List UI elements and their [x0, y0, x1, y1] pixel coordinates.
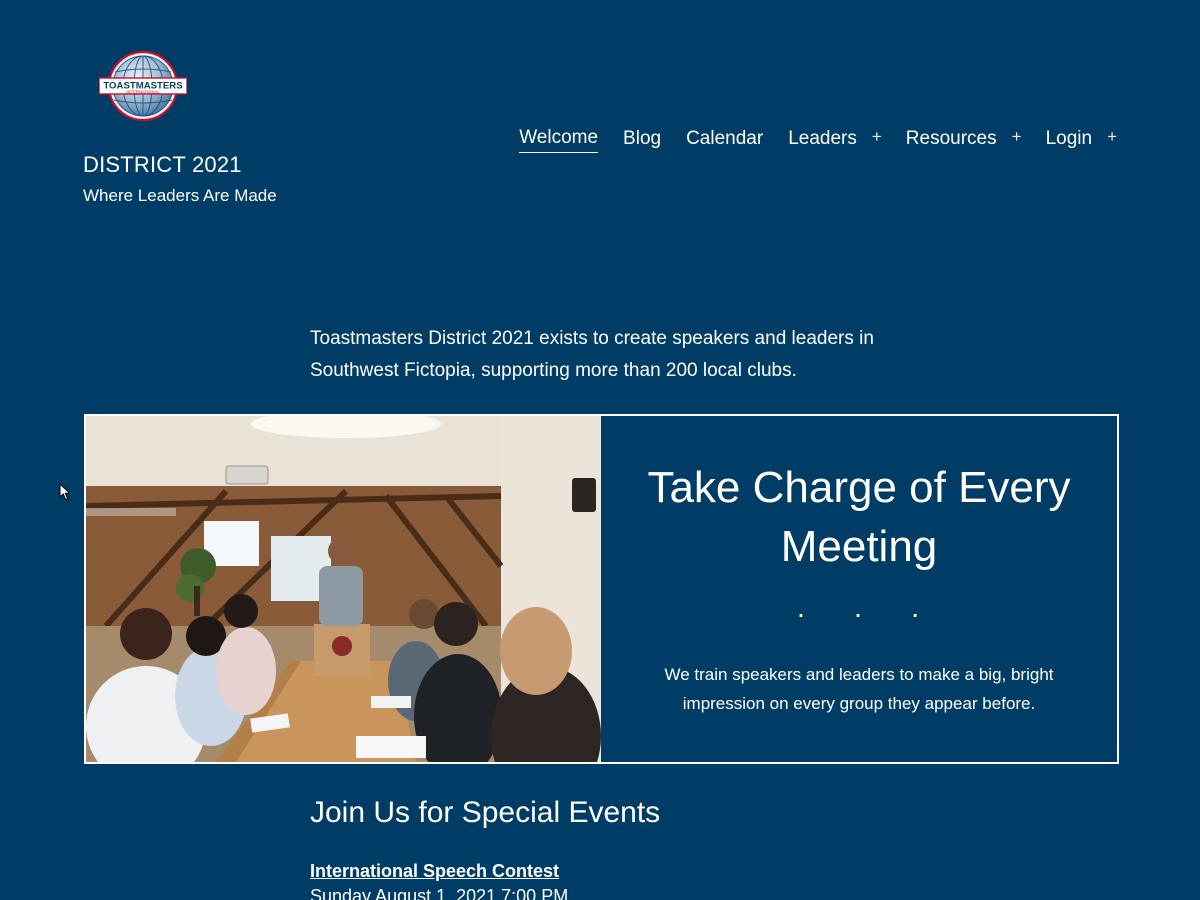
- event-title-link[interactable]: International Speech Contest: [310, 859, 559, 883]
- intro-paragraph: Toastmasters District 2021 exists to cre…: [310, 328, 874, 381]
- nav-link-resources[interactable]: Resources: [906, 126, 997, 152]
- nav-item-welcome: Welcome: [519, 125, 599, 153]
- site-title[interactable]: DISTRICT 2021: [83, 151, 242, 179]
- events-heading: Join Us for Special Events: [310, 796, 661, 829]
- site-tagline: Where Leaders Are Made: [83, 186, 277, 205]
- primary-navigation: Welcome Blog Calendar Leaders + Resource…: [519, 125, 1117, 153]
- page: TOASTMASTERS INTERNATIONAL DISTRICT 2021…: [0, 0, 1200, 900]
- nav-item-blog: Blog: [623, 126, 661, 152]
- meeting-photo-illustration: [86, 416, 601, 762]
- feature-heading: Take Charge of Every Meeting: [647, 463, 1071, 571]
- nav-link-leaders[interactable]: Leaders: [788, 126, 857, 152]
- resources-submenu-plus-icon[interactable]: +: [1012, 128, 1022, 146]
- nav-link-blog[interactable]: Blog: [623, 126, 661, 152]
- globe-logo-icon: TOASTMASTERS INTERNATIONAL: [99, 50, 187, 122]
- nav-link-calendar[interactable]: Calendar: [686, 126, 763, 152]
- nav-item-leaders: Leaders +: [788, 126, 882, 152]
- login-submenu-plus-icon[interactable]: +: [1107, 128, 1117, 146]
- nav-link-welcome[interactable]: Welcome: [519, 125, 599, 153]
- separator-dots: · · ·: [796, 598, 940, 629]
- nav-item-resources: Resources +: [906, 126, 1022, 152]
- nav-item-calendar: Calendar: [686, 126, 763, 152]
- nav-link-login[interactable]: Login: [1046, 126, 1093, 152]
- meeting-room-photo: [86, 416, 601, 762]
- mouse-cursor-icon: [59, 483, 71, 501]
- logo-text-bottom: INTERNATIONAL: [126, 89, 160, 94]
- site-logo[interactable]: TOASTMASTERS INTERNATIONAL: [99, 50, 187, 122]
- feature-text-panel: Take Charge of Every Meeting · · · We tr…: [601, 416, 1117, 762]
- nav-item-login: Login +: [1046, 126, 1117, 152]
- event-date: Sunday August 1, 2021 7:00 PM: [310, 886, 569, 900]
- feature-body: We train speakers and leaders to make a …: [664, 665, 1054, 713]
- leaders-submenu-plus-icon[interactable]: +: [872, 128, 882, 146]
- feature-media-text-block: Take Charge of Every Meeting · · · We tr…: [84, 414, 1119, 764]
